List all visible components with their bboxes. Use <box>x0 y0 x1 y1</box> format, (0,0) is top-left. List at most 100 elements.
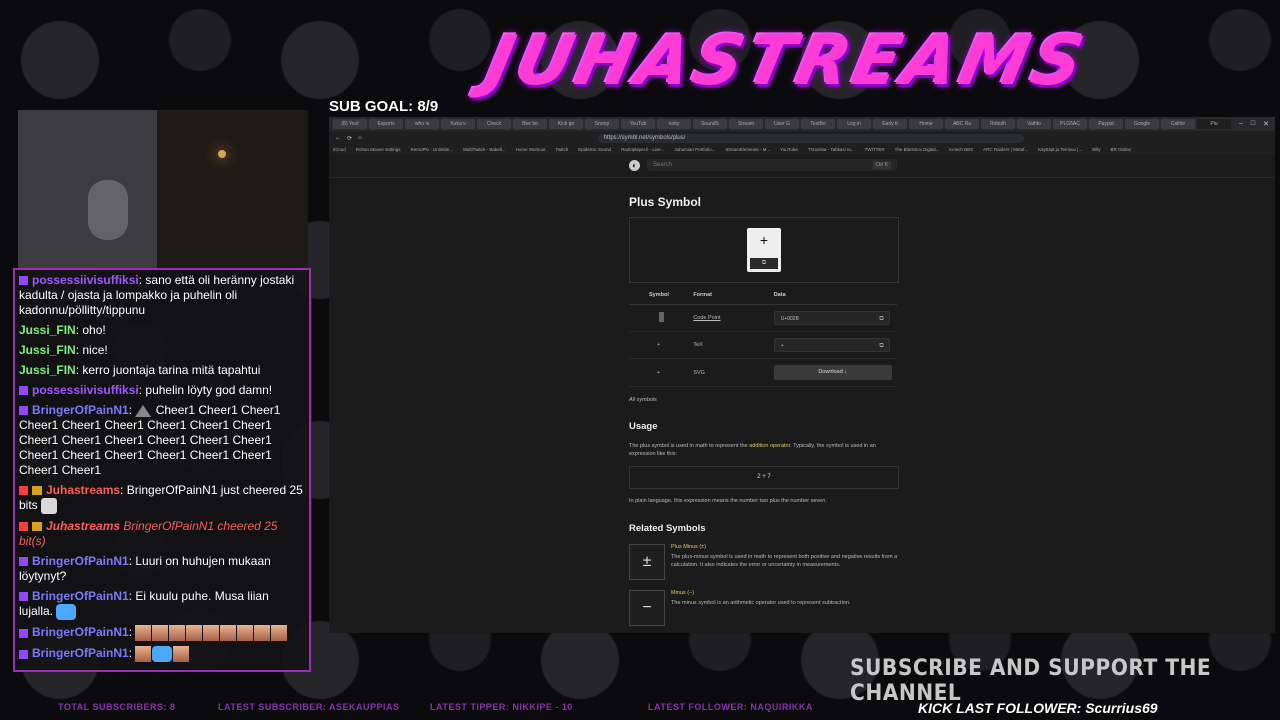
browser-tab[interactable]: Home <box>909 119 943 129</box>
bits-badge-icon <box>32 486 42 496</box>
chat-message: possessiivisuffiksi: puhelin löyty god d… <box>19 383 305 398</box>
usage-paragraph: The plus symbol is used in math to repre… <box>629 442 899 458</box>
sub-badge-icon <box>19 592 28 602</box>
browser-tab[interactable]: Vaihto <box>1017 119 1051 129</box>
tex-value: + <box>780 343 784 349</box>
code-point-field[interactable]: U+002B ⧉ <box>773 311 890 326</box>
site-logo-icon[interactable]: ◐ <box>629 160 640 171</box>
browser-tab[interactable]: noity <box>657 119 691 129</box>
face-emote-icon <box>169 625 186 641</box>
copy-icon[interactable]: ⧉ <box>879 339 883 353</box>
face-emote-icon <box>173 646 190 662</box>
related-symbol-item[interactable]: − Minus (−) The minus symbol is an arith… <box>629 590 899 626</box>
bookmark-item[interactable]: RemoPlo - Unlimite... <box>411 145 454 155</box>
browser-tab[interactable]: ABC Ra <box>945 119 979 129</box>
chat-username: possessiivisuffiksi <box>32 383 139 397</box>
bookmark-item[interactable]: lo-tech BBS <box>949 145 973 155</box>
browser-tab[interactable]: Paypal <box>1089 119 1123 129</box>
bookmark-item[interactable]: Twitch <box>556 145 569 155</box>
bookmark-item[interactable]: Rohan Mouse settings <box>356 145 401 155</box>
page-content: Plus Symbol + ⧉ Symbol Format Data Code … <box>629 195 899 633</box>
bookmark-item[interactable]: Epidemic Sound <box>578 145 611 155</box>
browser-tab[interactable]: YouTub <box>621 119 655 129</box>
table-header: Data <box>773 289 897 305</box>
chat-username: Juhastreams <box>46 519 121 533</box>
chair-shape <box>88 180 128 240</box>
chat-text: nice! <box>82 343 108 357</box>
channel-logo: JUHASTREAMS <box>479 22 1095 101</box>
bookmark-item[interactable]: YouTube <box>780 145 798 155</box>
bookmark-item[interactable]: Billy <box>1092 145 1100 155</box>
page-title: Plus Symbol <box>629 195 702 209</box>
chat-text: puhelin löyty god damn! <box>145 383 273 397</box>
browser-tab[interactable]: SoundS <box>693 119 727 129</box>
bookmark-item[interactable]: Radioplayer.fi - Live... <box>621 145 664 155</box>
format-table: Symbol Format Data Code Point U+002B ⧉ + … <box>629 289 897 387</box>
browser-tab[interactable]: Stream <box>729 119 763 129</box>
bookmark-item[interactable]: StreamElements - M... <box>725 145 770 155</box>
all-symbols-link[interactable]: All symbols <box>629 397 899 403</box>
browser-tab[interactable]: Califor <box>1161 119 1195 129</box>
sub-badge-icon <box>19 628 28 638</box>
browser-tab-active[interactable]: Plu <box>1197 119 1231 129</box>
related-symbol-item[interactable]: ± Plus Minus (±) The plus-minus symbol i… <box>629 544 899 580</box>
home-icon[interactable]: ⌂ <box>358 135 362 141</box>
browser-tab[interactable]: User G <box>765 119 799 129</box>
bookmark-item[interactable]: The Blackbox Digital... <box>895 145 940 155</box>
browser-tab[interactable]: Bee bo <box>513 119 547 129</box>
related-name[interactable]: Minus (−) <box>671 590 850 596</box>
close-icon[interactable]: ✕ <box>1263 120 1269 128</box>
sub-goal-text: SUB GOAL: 8/9 <box>329 98 439 115</box>
chat-username: BringerOfPainN1 <box>32 625 129 640</box>
browser-tab[interactable]: TextBo <box>801 119 835 129</box>
reload-icon[interactable]: ⟳ <box>347 135 352 142</box>
face-emote-icon <box>203 625 220 641</box>
browser-tab[interactable]: Esports <box>369 119 403 129</box>
chat-panel: possessiivisuffiksi: sano että oli herän… <box>13 268 311 672</box>
minimize-icon[interactable]: – <box>1239 120 1243 128</box>
browser-tab[interactable]: Kuka v <box>441 119 475 129</box>
browser-tab[interactable]: Google <box>1125 119 1159 129</box>
symbol-cell: + <box>629 358 694 387</box>
browser-tab[interactable]: Check <box>477 119 511 129</box>
expression-box: 2 + 7 <box>629 466 899 489</box>
browser-tab[interactable]: Early tt <box>873 119 907 129</box>
bookmark-item[interactable]: BR Online <box>1110 145 1131 155</box>
sub-badge-icon <box>19 276 28 286</box>
browser-tab[interactable]: (8) Yout <box>333 119 367 129</box>
download-button[interactable]: Download ↓ <box>773 365 892 380</box>
copy-icon[interactable]: ⧉ <box>879 312 883 326</box>
bookmark-item[interactable]: MultiTwitch - Babell... <box>463 145 506 155</box>
bookmark-item[interactable]: iCloud <box>333 145 346 155</box>
address-input[interactable]: https://symbl.net/symbols/plus/ <box>597 133 1024 143</box>
chat-message: BringerOfPainN1: <box>19 646 305 662</box>
bookmark-item[interactable]: Home Workout <box>516 145 546 155</box>
related-name[interactable]: Plus Minus (±) <box>671 544 899 550</box>
site-search-input[interactable]: Search Ctrl K <box>647 159 897 171</box>
symbol-cell <box>629 304 694 332</box>
bookmark-item[interactable]: ARC Raiders | Metaf... <box>983 145 1028 155</box>
browser-tab[interactable]: Log in <box>837 119 871 129</box>
browser-tab[interactable]: who is <box>405 119 439 129</box>
browser-tab[interactable]: Snoop <box>585 119 619 129</box>
copy-icon[interactable]: ⧉ <box>750 258 778 269</box>
browser-tab[interactable]: Roboth <box>981 119 1015 129</box>
tex-field[interactable]: + ⧉ <box>773 338 890 353</box>
table-header: Format <box>693 289 774 305</box>
bookmark-item[interactable]: Käyttäjä ja Temsuu |... <box>1038 145 1082 155</box>
bookmark-item[interactable]: Juhamian Portfolio... <box>674 145 715 155</box>
bookmark-item[interactable]: TVuutisia - Tahkasi ru... <box>808 145 855 155</box>
plus-minus-icon[interactable]: ± <box>629 544 665 580</box>
bits-badge-icon <box>32 522 42 532</box>
minus-icon[interactable]: − <box>629 590 665 626</box>
chat-message: BringerOfPainN1: Cheer1 Cheer1 Cheer1 Ch… <box>19 403 281 477</box>
data-cell: Download ↓ <box>773 358 897 387</box>
code-point-glyph <box>659 312 664 322</box>
table-row: + SVG Download ↓ <box>629 358 897 387</box>
maximize-icon[interactable]: □ <box>1251 120 1255 128</box>
back-icon[interactable]: ← <box>335 135 341 141</box>
addition-operator-link[interactable]: addition operator <box>749 443 790 449</box>
browser-tab[interactable]: PLG5AC <box>1053 119 1087 129</box>
bookmark-item[interactable]: TWITTER <box>865 145 885 155</box>
browser-tab[interactable]: Kick go <box>549 119 583 129</box>
